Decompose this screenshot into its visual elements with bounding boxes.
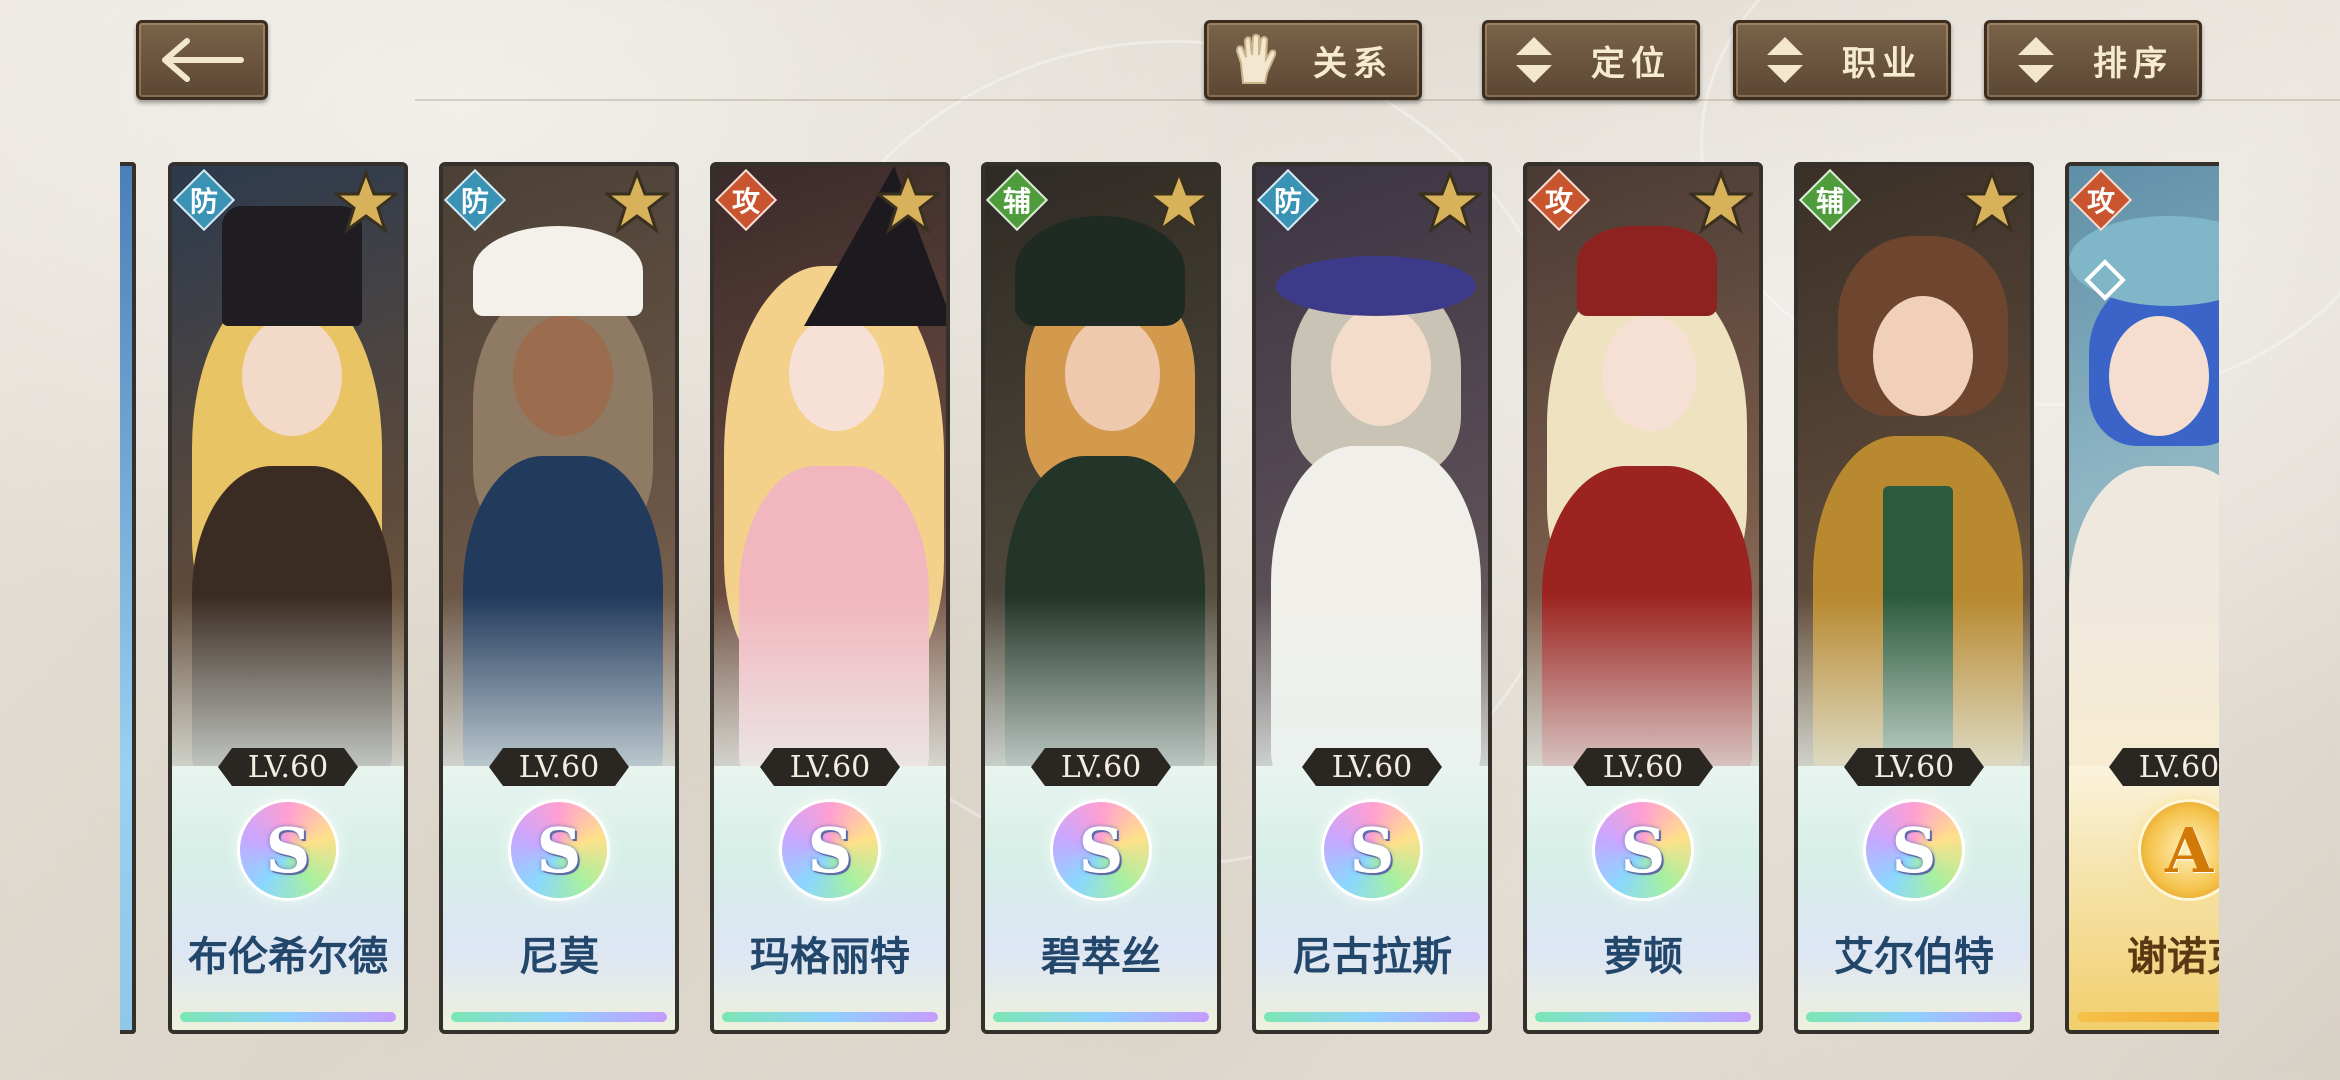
rarity-bar [993,1012,1209,1022]
star-rank-icon [605,170,669,234]
level-label: LV.60 [760,748,900,786]
arrow-left-icon [162,38,244,82]
grade-emblem: S [511,802,607,898]
character-name: 玛格丽特 [750,934,910,980]
grade-emblem: S [240,802,336,898]
character-card[interactable]: 攻 LV.60 A 谢诺克 [2065,162,2219,1034]
sort-button[interactable]: 排序 [1984,20,2202,100]
level-label: LV.60 [1302,748,1442,786]
level-label: LV.60 [489,748,629,786]
star-rank-icon [1418,170,1482,234]
relation-button[interactable]: 关系 [1204,20,1422,100]
level-label: LV.60 [1031,748,1171,786]
position-filter-button[interactable]: 定位 [1482,20,1700,100]
character-card[interactable]: 攻 LV.60 S 萝顿 [1523,162,1763,1034]
job-filter-button[interactable]: 职业 [1733,20,1951,100]
sort-label: 排序 [2093,43,2173,84]
star-rank-icon [1960,170,2024,234]
grade-emblem: S [1324,802,1420,898]
sort-arrows-icon [1507,33,1561,87]
character-name: 谢诺克 [2127,934,2219,980]
sort-arrows-icon [2009,33,2063,87]
character-card[interactable]: 攻 LV.60 S 玛格丽特 [710,162,950,1034]
grade-emblem: S [1595,802,1691,898]
grade-emblem: S [1866,802,1962,898]
character-name: 布伦希尔德 [188,934,388,980]
rarity-bar [1806,1012,2022,1022]
star-rank-icon [334,170,398,234]
level-label: LV.60 [1844,748,1984,786]
character-card[interactable]: 防 LV.60 S 尼莫 [439,162,679,1034]
character-name: 萝顿 [1603,934,1683,980]
character-card-list: 防 LV.60 S 布伦希尔德 防 LV.60 S 尼莫 攻 LV.60 S 玛… [120,162,2219,1038]
position-filter-label: 定位 [1591,43,1671,84]
rarity-bar [1264,1012,1480,1022]
character-name: 尼莫 [519,934,599,980]
character-card[interactable]: 防 LV.60 S 布伦希尔德 [168,162,408,1034]
rarity-bar [2077,1012,2219,1022]
character-name: 艾尔伯特 [1834,934,1994,980]
lock-diamond-icon [2084,259,2126,301]
rarity-bar [180,1012,396,1022]
grade-emblem: S [782,802,878,898]
sort-arrows-icon [1758,33,1812,87]
star-rank-icon [1147,170,1211,234]
grade-emblem: S [1053,802,1149,898]
level-label: LV.60 [2109,748,2219,786]
character-card[interactable]: 防 LV.60 S 尼古拉斯 [1252,162,1492,1034]
glove-icon [1229,33,1283,87]
rarity-bar [1535,1012,1751,1022]
character-name: 尼古拉斯 [1292,934,1452,980]
back-button[interactable] [136,20,268,100]
character-name: 碧萃丝 [1041,934,1161,980]
character-card[interactable]: 辅 LV.60 S 碧萃丝 [981,162,1221,1034]
level-label: LV.60 [1573,748,1713,786]
star-rank-icon [876,170,940,234]
rarity-bar [451,1012,667,1022]
job-filter-label: 职业 [1842,43,1922,84]
rarity-bar [722,1012,938,1022]
character-card[interactable]: 辅 LV.60 S 艾尔伯特 [1794,162,2034,1034]
star-rank-icon [1689,170,1753,234]
level-label: LV.60 [218,748,358,786]
relation-label: 关系 [1313,43,1393,84]
